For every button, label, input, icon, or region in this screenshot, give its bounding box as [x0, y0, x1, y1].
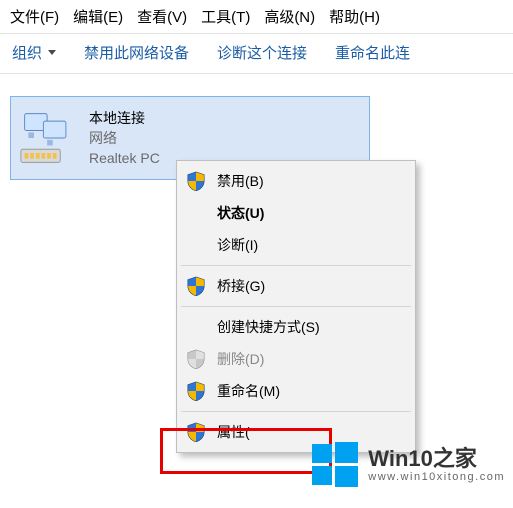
watermark: Win10之家 www.win10xitong.com: [310, 440, 505, 490]
shield-icon: [185, 380, 207, 402]
menu-bar: 文件(F) 编辑(E) 查看(V) 工具(T) 高级(N) 帮助(H): [0, 0, 513, 34]
shield-gray-icon: [185, 348, 207, 370]
watermark-url: www.win10xitong.com: [368, 471, 505, 483]
ctx-shortcut[interactable]: 创建快捷方式(S): [179, 311, 413, 343]
watermark-title: Win10之家: [368, 447, 505, 471]
separator: [181, 265, 411, 266]
separator: [181, 306, 411, 307]
organize-label: 组织: [12, 42, 42, 63]
blank-icon: [185, 202, 207, 224]
ctx-rename-label: 重命名(M): [217, 381, 399, 401]
connection-network: 网络: [89, 128, 160, 148]
menu-file[interactable]: 文件(F): [10, 6, 59, 27]
ctx-properties-label: 属性(: [217, 422, 399, 442]
ctx-delete: 删除(D): [179, 343, 413, 375]
menu-tools[interactable]: 工具(T): [201, 6, 250, 27]
ctx-bridge-label: 桥接(G): [217, 276, 399, 296]
rename-label: 重命名此连: [335, 42, 410, 63]
ctx-diagnose-label: 诊断(I): [217, 235, 399, 255]
ctx-rename[interactable]: 重命名(M): [179, 375, 413, 407]
menu-advanced[interactable]: 高级(N): [264, 6, 315, 27]
shield-icon: [185, 275, 207, 297]
diagnose-button[interactable]: 诊断这个连接: [215, 42, 309, 63]
disable-device-label: 禁用此网络设备: [84, 42, 189, 63]
menu-help[interactable]: 帮助(H): [329, 6, 380, 27]
context-menu: 禁用(B) 状态(U) 诊断(I) 桥接(G) 创建快捷方式(S) 删除(D) …: [176, 160, 416, 453]
ctx-delete-label: 删除(D): [217, 349, 399, 369]
diagnose-label: 诊断这个连接: [217, 42, 307, 63]
network-adapter-icon: [19, 108, 79, 168]
chevron-down-icon: [48, 50, 56, 55]
ctx-shortcut-label: 创建快捷方式(S): [217, 317, 399, 337]
ctx-diagnose[interactable]: 诊断(I): [179, 229, 413, 261]
organize-button[interactable]: 组织: [10, 42, 58, 63]
ctx-disable-label: 禁用(B): [217, 171, 399, 191]
windows-logo-icon: [310, 440, 360, 490]
ctx-bridge[interactable]: 桥接(G): [179, 270, 413, 302]
ctx-status[interactable]: 状态(U): [179, 197, 413, 229]
blank-icon: [185, 316, 207, 338]
ctx-disable[interactable]: 禁用(B): [179, 165, 413, 197]
connection-adapter: Realtek PC: [89, 148, 160, 168]
ctx-status-label: 状态(U): [217, 203, 399, 223]
blank-icon: [185, 234, 207, 256]
menu-view[interactable]: 查看(V): [137, 6, 187, 27]
menu-edit[interactable]: 编辑(E): [73, 6, 123, 27]
connection-title: 本地连接: [89, 108, 160, 128]
toolbar: 组织 禁用此网络设备 诊断这个连接 重命名此连: [0, 34, 513, 74]
separator: [181, 411, 411, 412]
disable-device-button[interactable]: 禁用此网络设备: [82, 42, 191, 63]
shield-icon: [185, 421, 207, 443]
rename-button[interactable]: 重命名此连: [333, 42, 412, 63]
connection-text: 本地连接 网络 Realtek PC: [89, 108, 160, 169]
shield-icon: [185, 170, 207, 192]
